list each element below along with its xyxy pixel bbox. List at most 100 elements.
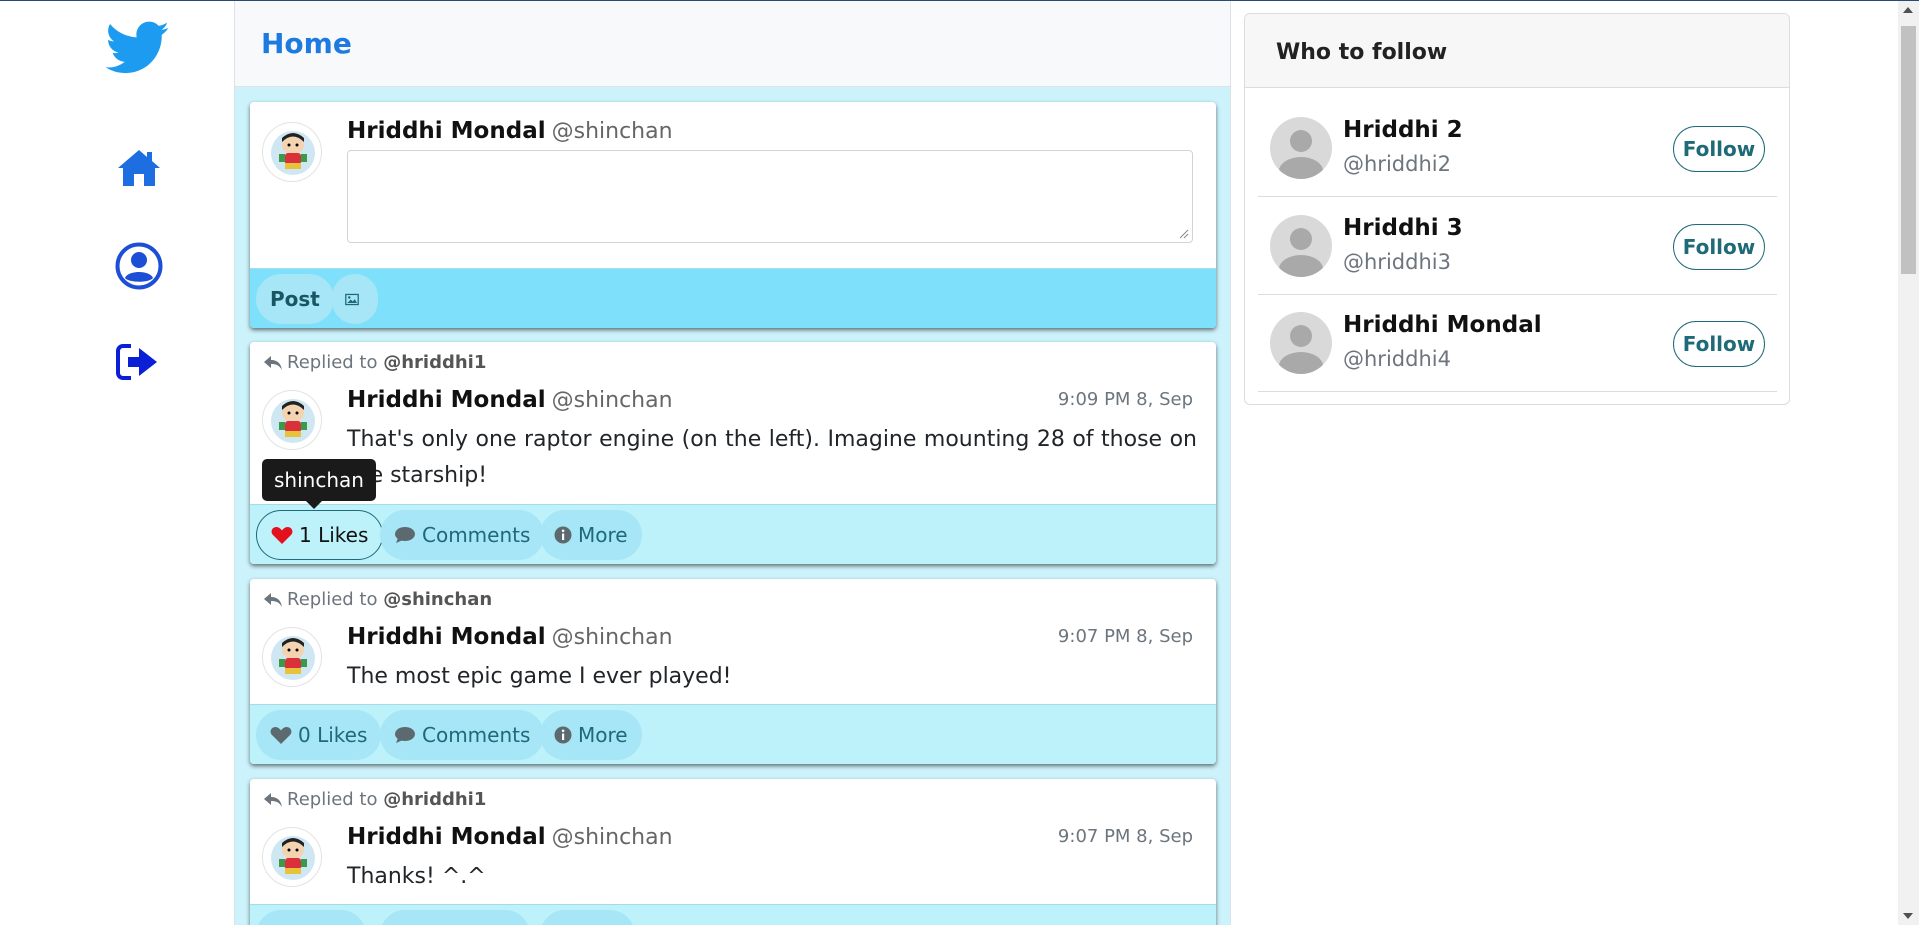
tweet-text: The most epic game I ever played! bbox=[347, 664, 732, 689]
comments-button[interactable]: Comments bbox=[380, 710, 545, 760]
more-button[interactable]: More bbox=[540, 510, 642, 560]
panel-header: Who to follow bbox=[1245, 14, 1789, 88]
tooltip: shinchan bbox=[262, 459, 376, 509]
tweet-card: Replied to @hriddhi1 Hriddhi Mondal @shin… bbox=[250, 342, 1216, 564]
tweet-composer: Hriddhi Mondal @shinchan Post bbox=[250, 102, 1216, 328]
avatar bbox=[262, 827, 322, 887]
replied-to-line: Replied to @hriddhi1 bbox=[263, 352, 486, 373]
composer-footer: Post bbox=[250, 268, 1216, 328]
tweet-nameline: Hriddhi Mondal @shinchan bbox=[347, 387, 673, 413]
scrollbar-thumb[interactable] bbox=[1901, 26, 1916, 274]
replied-to-line: Replied to @hriddhi1 bbox=[263, 789, 486, 810]
default-user-icon bbox=[1279, 130, 1323, 179]
author-name: Hriddhi Mondal bbox=[347, 624, 546, 650]
more-label: More bbox=[578, 723, 628, 747]
author-name: Hriddhi Mondal bbox=[347, 118, 546, 144]
tweet-timestamp: 9:09 PM 8, Sep bbox=[1057, 389, 1193, 410]
scroll-down-arrow-icon[interactable] bbox=[1903, 913, 1913, 919]
default-user-icon bbox=[1279, 325, 1323, 374]
suggestion-name: Hriddhi 3 bbox=[1343, 215, 1463, 241]
avatar bbox=[1270, 215, 1332, 277]
replied-to-handle[interactable]: @hriddhi1 bbox=[383, 352, 486, 373]
reply-arrow-icon bbox=[264, 356, 282, 370]
follow-suggestion: Hriddhi 2 @hriddhi2 Follow bbox=[1258, 100, 1777, 197]
main-feed: Home Hriddhi Mondal @shinchan Post Repli… bbox=[235, 1, 1231, 925]
author-handle: @shinchan bbox=[551, 625, 673, 650]
suggestion-handle: @hriddhi2 bbox=[1343, 152, 1451, 176]
page-scrollbar[interactable] bbox=[1898, 1, 1919, 925]
tweet-actions: 0 Likes Comments More bbox=[250, 704, 1216, 764]
replied-prefix: Replied to bbox=[287, 589, 378, 610]
resize-handle-icon[interactable] bbox=[1179, 229, 1189, 239]
shinchan-avatar-icon bbox=[271, 836, 315, 880]
tweet-card: Replied to @hriddhi1 Hriddhi Mondal @shin… bbox=[250, 779, 1216, 925]
follow-suggestion: Hriddhi 3 @hriddhi3 Follow bbox=[1258, 198, 1777, 295]
tweet-nameline: Hriddhi Mondal @shinchan bbox=[347, 824, 673, 850]
add-image-button[interactable] bbox=[332, 274, 378, 324]
tweet-text: That's only one raptor engine (on the le… bbox=[347, 427, 1197, 488]
replied-to-handle[interactable]: @shinchan bbox=[383, 589, 492, 610]
follow-button[interactable]: Follow bbox=[1673, 321, 1765, 367]
like-button[interactable]: 1 Likes bbox=[256, 510, 384, 560]
replied-to-handle[interactable]: @hriddhi1 bbox=[383, 789, 486, 810]
page-title: Home bbox=[261, 27, 352, 60]
avatar bbox=[262, 627, 322, 687]
author-handle: @shinchan bbox=[551, 388, 673, 413]
user-circle-icon[interactable] bbox=[115, 242, 163, 290]
author-handle: @shinchan bbox=[551, 825, 673, 850]
tweet-actions: 1 Likes Comments More bbox=[250, 504, 1216, 564]
tweet-actions bbox=[250, 904, 1216, 925]
shinchan-avatar-icon bbox=[271, 399, 315, 443]
tweet-timestamp: 9:07 PM 8, Sep bbox=[1057, 826, 1193, 847]
twitter-bird-icon[interactable] bbox=[106, 21, 170, 75]
comment-icon bbox=[395, 527, 415, 543]
tweet-timestamp: 9:07 PM 8, Sep bbox=[1057, 626, 1193, 647]
avatar bbox=[1270, 312, 1332, 374]
comments-label: Comments bbox=[422, 723, 531, 747]
avatar bbox=[262, 390, 322, 450]
author-handle: @shinchan bbox=[551, 119, 673, 144]
shinchan-avatar-icon bbox=[271, 636, 315, 680]
left-navigation bbox=[0, 1, 235, 925]
suggestion-handle: @hriddhi3 bbox=[1343, 250, 1451, 274]
sign-out-icon[interactable] bbox=[115, 343, 159, 381]
replied-prefix: Replied to bbox=[287, 789, 378, 810]
tweet-textarea[interactable] bbox=[347, 150, 1193, 243]
tweet-card: Replied to @shinchan Hriddhi Mondal @shin… bbox=[250, 579, 1216, 764]
follow-button[interactable]: Follow bbox=[1673, 224, 1765, 270]
avatar bbox=[1270, 117, 1332, 179]
composer-nameline: Hriddhi Mondal @shinchan bbox=[347, 118, 673, 144]
who-to-follow-panel: Who to follow Hriddhi 2 @hriddhi2 Follow… bbox=[1244, 13, 1790, 405]
follow-suggestion: Hriddhi Mondal @hriddhi4 Follow bbox=[1258, 295, 1777, 392]
reply-arrow-icon bbox=[264, 793, 282, 807]
feed-header: Home bbox=[235, 1, 1230, 87]
like-button[interactable]: 0 Likes bbox=[256, 710, 382, 760]
heart-icon bbox=[270, 726, 292, 744]
shinchan-avatar-icon bbox=[271, 131, 315, 175]
scroll-up-arrow-icon[interactable] bbox=[1903, 7, 1913, 13]
comments-button[interactable]: Comments bbox=[380, 510, 545, 560]
tooltip-text: shinchan bbox=[274, 468, 364, 492]
default-user-icon bbox=[1279, 228, 1323, 277]
panel-title: Who to follow bbox=[1276, 40, 1448, 65]
author-name: Hriddhi Mondal bbox=[347, 387, 546, 413]
post-button[interactable]: Post bbox=[256, 274, 334, 324]
heart-filled-icon bbox=[271, 526, 293, 544]
more-button[interactable]: More bbox=[540, 710, 642, 760]
tweet-text: Thanks! ^.^ bbox=[347, 864, 486, 889]
comments-button[interactable] bbox=[380, 910, 530, 925]
suggestion-handle: @hriddhi4 bbox=[1343, 347, 1451, 371]
reply-arrow-icon bbox=[264, 593, 282, 607]
more-button[interactable] bbox=[540, 910, 635, 925]
replied-prefix: Replied to bbox=[287, 352, 378, 373]
info-icon bbox=[554, 726, 572, 744]
more-label: More bbox=[578, 523, 628, 547]
comments-label: Comments bbox=[422, 523, 531, 547]
like-count: 1 Likes bbox=[299, 523, 369, 547]
author-name: Hriddhi Mondal bbox=[347, 824, 546, 850]
info-icon bbox=[554, 526, 572, 544]
tweet-nameline: Hriddhi Mondal @shinchan bbox=[347, 624, 673, 650]
follow-button[interactable]: Follow bbox=[1673, 126, 1765, 172]
like-button[interactable] bbox=[256, 910, 366, 925]
home-icon[interactable] bbox=[116, 148, 162, 188]
